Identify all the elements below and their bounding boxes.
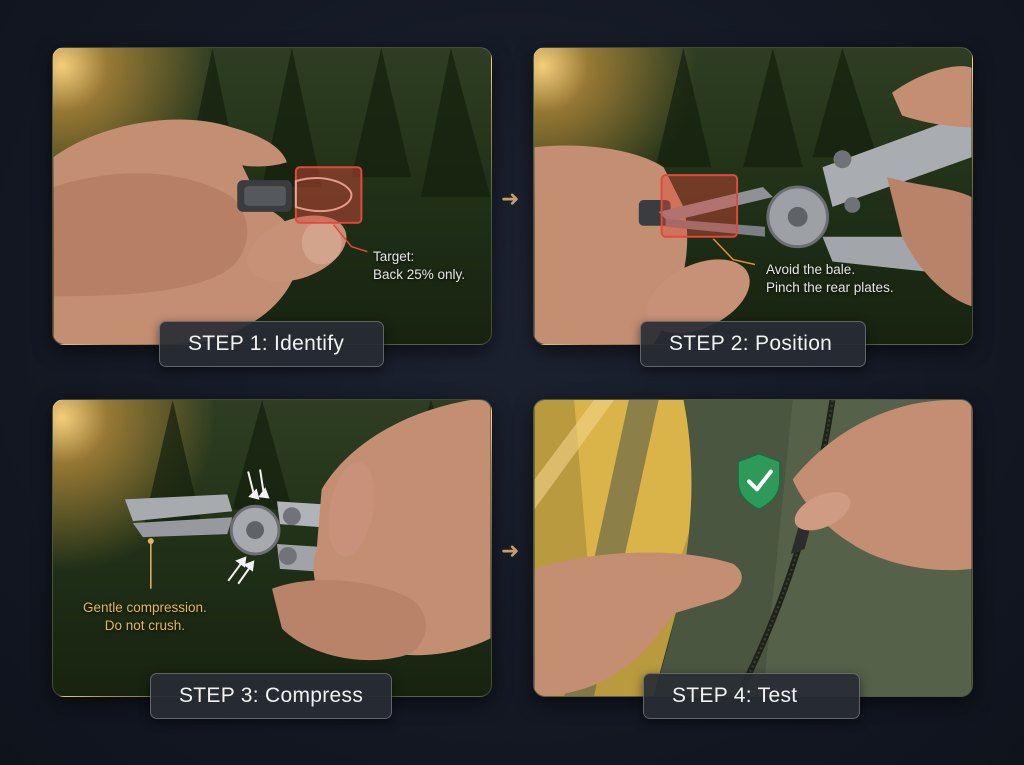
step-1-label: STEP 1: Identify xyxy=(159,321,384,367)
step-1-image xyxy=(53,48,491,344)
step-2-note-line-1: Avoid the bale. xyxy=(766,262,856,277)
step-1-note: Target: Back 25% only. xyxy=(373,248,465,284)
step-2-label: STEP 2: Position xyxy=(640,321,866,367)
step-3-note-line-2: Do not crush. xyxy=(104,618,186,633)
step-3-note: Gentle compression. Do not crush. xyxy=(83,599,207,635)
step-3-image xyxy=(124,400,491,661)
step-1-panel: Target: Back 25% only. xyxy=(52,47,492,345)
step-3-label: STEP 3: Compress xyxy=(150,673,392,719)
position-highlight xyxy=(660,174,739,238)
arrow-right-icon: ➜ xyxy=(501,186,520,211)
step-4-label: STEP 4: Test xyxy=(643,673,860,719)
step-2-note-line-2: Pinch the rear plates. xyxy=(766,280,894,295)
step-3-note-line-1: Gentle compression. xyxy=(83,600,207,615)
arrow-right-icon: ➜ xyxy=(501,538,520,563)
step-4-panel xyxy=(533,399,973,697)
step-1-note-line-2: Back 25% only. xyxy=(373,267,466,282)
step-2-note: Avoid the bale. Pinch the rear plates. xyxy=(766,261,894,297)
step-2-panel: Avoid the bale. Pinch the rear plates. xyxy=(533,47,973,345)
step-3-panel: Gentle compression. Do not crush. xyxy=(52,399,492,697)
step-1-note-line-1: Target: xyxy=(373,249,415,264)
step-2-image xyxy=(534,48,972,344)
step-4-image xyxy=(534,400,972,696)
